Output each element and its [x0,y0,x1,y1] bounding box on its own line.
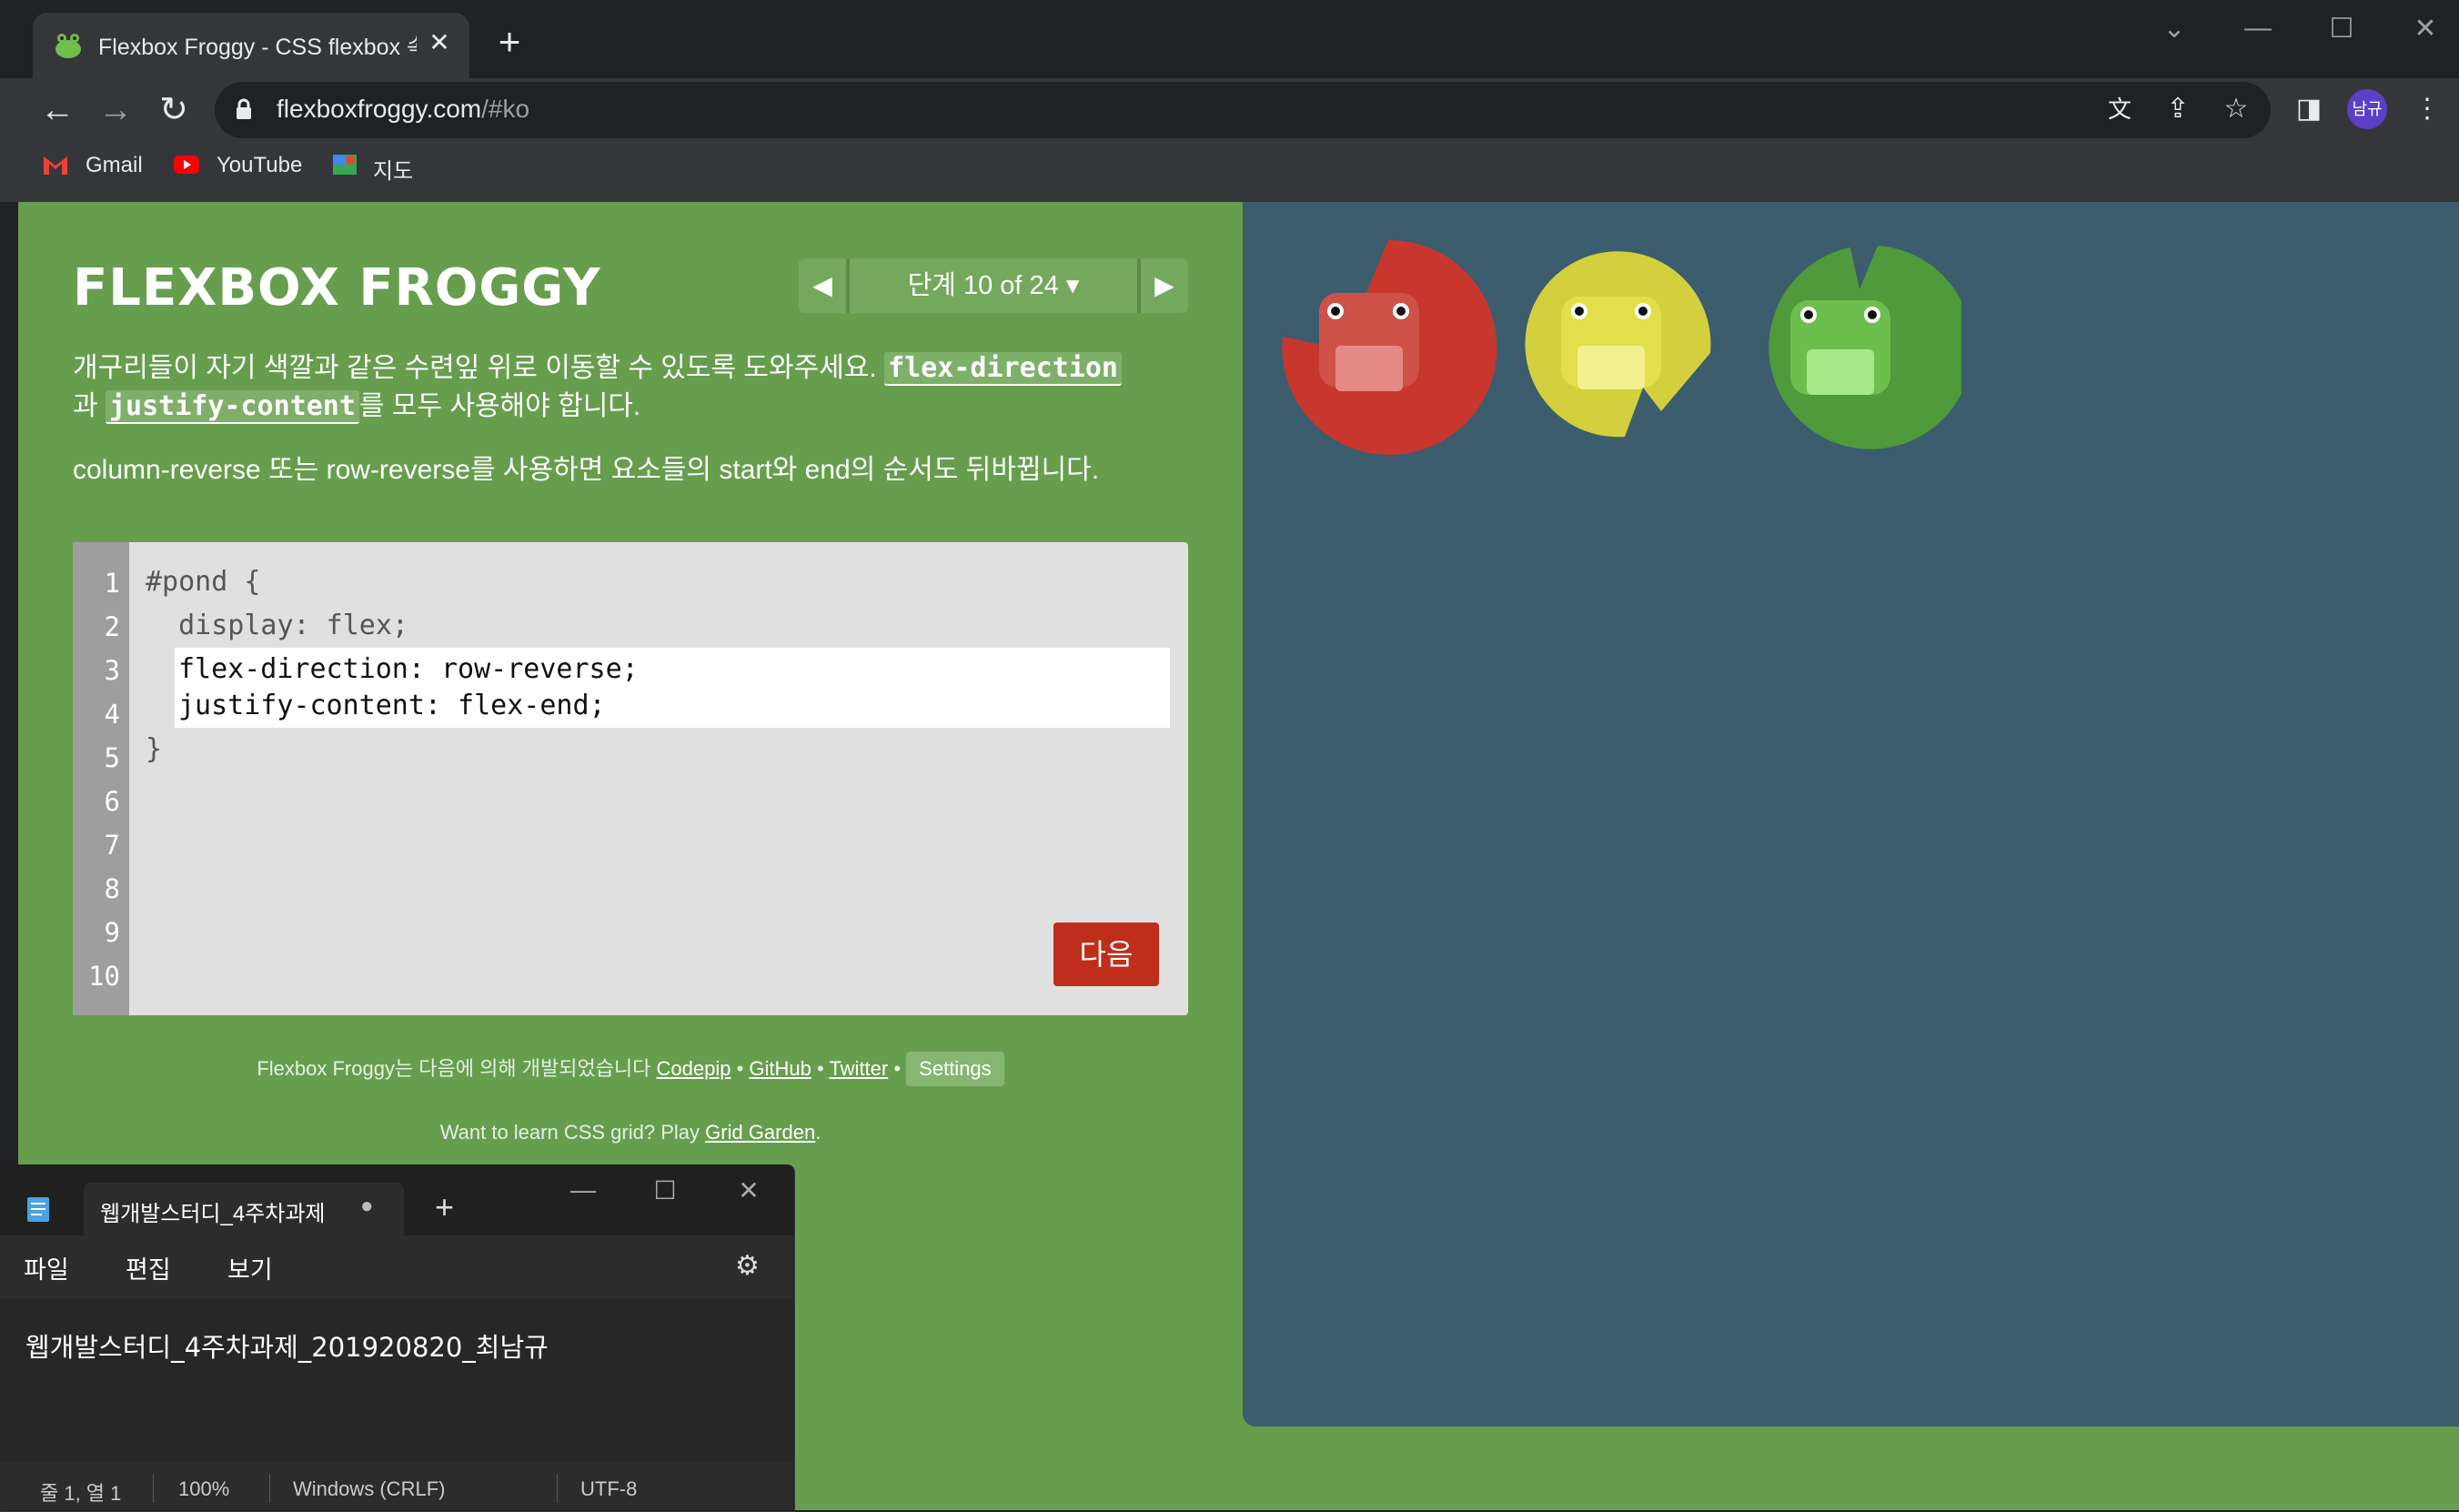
more-menu-icon[interactable]: ⋮ [2407,89,2447,129]
notepad-close-icon[interactable]: ✕ [726,1175,771,1205]
status-divider [153,1474,154,1503]
level-next-button[interactable]: ▶ [1141,258,1188,313]
instruction-text-3: 를 모두 사용해야 합니다. [358,391,641,421]
instruction-text: 개구리들이 자기 색깔과 같은 수련잎 위로 이동할 수 있도록 도와주세요. [73,353,877,383]
next-button[interactable]: 다음 [1053,922,1159,986]
translate-icon[interactable]: 文 [2100,89,2140,129]
tab-search-icon[interactable]: ⌄ [2147,13,2202,45]
red-lilypad-frog [1282,239,1497,455]
bookmark-youtube[interactable]: YouTube [217,153,302,178]
profile-avatar[interactable]: 남규 [2347,89,2387,129]
line-number: 8 [104,873,120,904]
url-path: /#ko [481,95,530,123]
line-number: 2 [104,611,120,642]
side-panel-icon[interactable]: ◨ [2289,89,2329,129]
code-line: display: flex; [146,610,408,641]
hint-text: column-reverse 또는 row-reverse를 사용하면 요소들의… [73,455,1100,485]
yellow-lilypad-frog [1525,251,1711,438]
notepad-icon [27,1197,49,1222]
bookmark-gmail[interactable]: Gmail [86,153,143,178]
status-position: 줄 1, 열 1 [40,1482,122,1505]
back-icon[interactable]: ← [35,87,80,133]
minimize-icon[interactable]: — [2231,13,2285,44]
status-divider [557,1474,558,1503]
lock-icon [237,98,251,119]
bookmark-star-icon[interactable]: ☆ [2216,89,2256,129]
bookmark-maps[interactable]: 지도 [373,153,413,185]
frog-favicon-icon [55,34,81,58]
menu-file[interactable]: 파일 [24,1250,69,1285]
notepad-minimize-icon[interactable]: — [560,1175,606,1205]
settings-button[interactable]: Settings [906,1052,1004,1086]
notepad-menubar [0,1235,793,1299]
twitter-link[interactable]: Twitter [829,1057,888,1080]
instructions: 개구리들이 자기 색깔과 같은 수련잎 위로 이동할 수 있도록 도와주세요. … [73,349,1201,426]
line-number: 6 [104,786,120,817]
url-text: flexboxfroggy.com/#ko [277,95,529,124]
level-indicator[interactable]: 단계 10 of 24 ▾ [850,258,1137,313]
line-number: 7 [104,830,120,861]
maximize-icon[interactable]: ☐ [2314,13,2369,45]
css-input-line[interactable]: flex-direction: row-reverse; [178,653,639,685]
game-logo: FLEXBOX FROGGY [73,258,601,318]
code-term-justify-content[interactable]: justify-content [105,390,359,424]
reload-icon[interactable]: ↻ [151,87,197,133]
credits-footer: Flexbox Froggy는 다음에 의해 개발되었습니다 Codepip •… [73,1052,1188,1086]
grid-garden-link[interactable]: Grid Garden [705,1121,815,1144]
github-link[interactable]: GitHub [749,1057,811,1080]
codepip-link[interactable]: Codepip [657,1057,731,1080]
close-window-icon[interactable]: ✕ [2398,13,2453,45]
line-number: 4 [104,699,120,730]
forward-icon[interactable]: → [93,87,138,133]
green-lilypad-frog [1769,246,1961,449]
gmail-icon [44,156,67,175]
line-number: 1 [104,568,120,599]
maps-icon [333,155,357,175]
code-term-flex-direction[interactable]: flex-direction [884,352,1122,386]
new-tab-button[interactable]: + [489,22,529,62]
youtube-icon [174,156,199,174]
status-line-ending: Windows (CRLF) [293,1477,446,1500]
notepad-content[interactable]: 웹개발스터디_4주차과제_201920820_최남규 [25,1326,549,1365]
code-line: } [146,733,163,765]
url-host: flexboxfroggy.com [277,95,482,123]
promo-text: Want to learn CSS grid? Play [439,1121,700,1144]
code-line: #pond { [146,566,261,598]
menu-edit[interactable]: 편집 [126,1250,171,1285]
credits-text: Flexbox Froggy는 다음에 의해 개발되었습니다 [257,1057,651,1080]
grid-garden-promo: Want to learn CSS grid? Play Grid Garden… [439,1121,821,1144]
menu-view[interactable]: 보기 [227,1250,273,1285]
unsaved-dot-icon[interactable]: ● [360,1194,374,1219]
line-number: 5 [104,742,120,773]
instruction-text-2: 과 [73,391,98,421]
level-prev-button[interactable]: ◀ [799,258,846,313]
notepad-new-tab-button[interactable]: + [435,1188,454,1226]
line-number: 9 [104,917,120,948]
status-encoding: UTF-8 [580,1477,638,1500]
status-zoom: 100% [178,1477,230,1500]
status-divider [269,1474,270,1503]
notepad-maximize-icon[interactable]: ☐ [642,1175,688,1205]
notepad-tab-title: 웹개발스터디_4주차과제 [100,1202,326,1226]
css-input-line[interactable]: justify-content: flex-end; [178,690,606,721]
tab-close-icon[interactable]: ✕ [426,27,453,57]
tab-title: Flexbox Froggy - CSS flexbox 속 [98,35,417,60]
notepad-editor[interactable] [0,1299,793,1463]
share-icon[interactable]: ⇪ [2158,89,2198,129]
gear-icon[interactable]: ⚙ [735,1250,760,1282]
line-number: 10 [88,961,120,992]
line-number: 3 [104,655,120,686]
